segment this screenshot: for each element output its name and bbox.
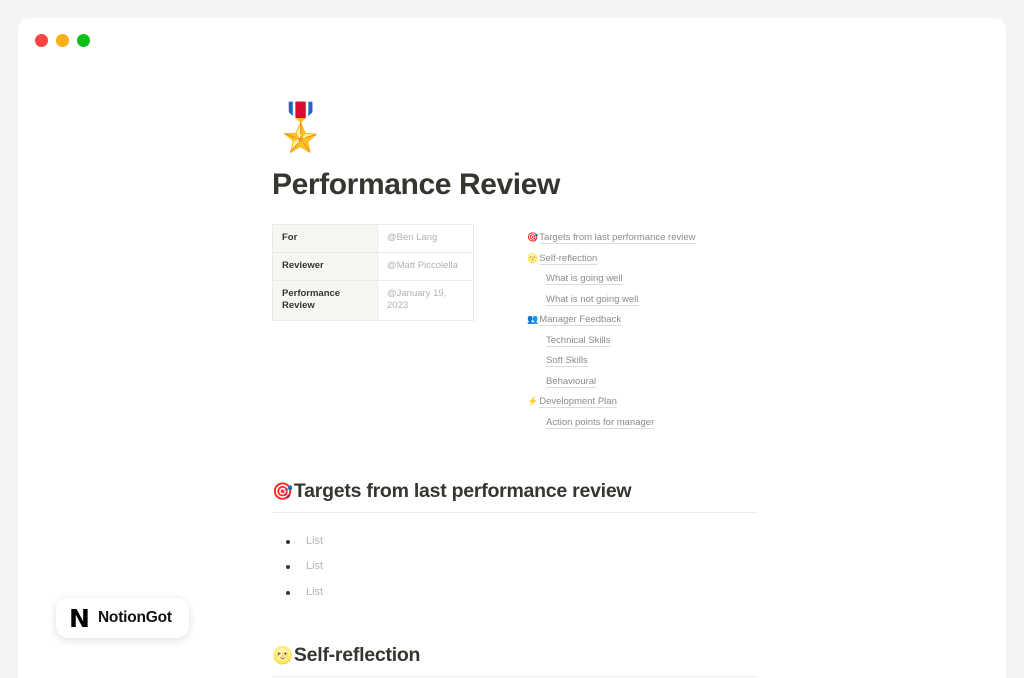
section-heading-self-reflection: 🌝Self-reflection — [272, 644, 758, 678]
window-titlebar — [18, 18, 1006, 62]
properties-table-body: For @Ben Lang Reviewer @Matt Piccolella … — [272, 224, 474, 322]
target-icon: 🎯 — [272, 482, 293, 501]
toc-item-self-reflection[interactable]: 🌝Self-reflection — [527, 249, 966, 270]
properties-and-toc-band: For @Ben Lang Reviewer @Matt Piccolella … — [272, 224, 966, 433]
minimize-window-button[interactable] — [56, 33, 69, 47]
property-key: For — [272, 224, 378, 253]
toc-item-behavioural[interactable]: Behavioural — [527, 372, 966, 393]
toc-item-technical-skills[interactable]: Technical Skills — [527, 331, 966, 352]
toc-item-action-points-for-manager[interactable]: Action points for manager — [527, 413, 966, 434]
properties-table: For @Ben Lang Reviewer @Matt Piccolella … — [272, 224, 474, 322]
table-row: Performance Review @January 19, 2023 — [272, 279, 474, 322]
section-self-reflection: 🌝Self-reflection — [272, 644, 966, 678]
lightning-bolt-icon: ⚡ — [527, 396, 539, 406]
section-targets: 🎯Targets from last performance review Li… — [272, 480, 966, 605]
page-title: Performance Review — [272, 168, 560, 201]
medal-icon[interactable]: 🎖️ — [272, 104, 966, 150]
targets-bullet-list: List List List — [272, 529, 966, 605]
people-icon: 👥 — [527, 314, 539, 324]
toc-item-label: What is not going well — [546, 293, 639, 305]
table-of-contents: 🎯Targets from last performance review 🌝S… — [527, 224, 966, 433]
close-window-button[interactable] — [35, 33, 48, 47]
property-value[interactable]: @Matt Piccolella — [377, 251, 474, 281]
table-row: Reviewer @Matt Piccolella — [272, 251, 474, 281]
traffic-light-controls — [35, 33, 90, 47]
list-item[interactable]: List — [286, 580, 966, 605]
app-window: 🎖️ Performance Review For @Ben Lang Revi… — [18, 18, 1006, 678]
toc-item-label: Development Plan — [539, 396, 617, 407]
toc-item-label: Action points for manager — [546, 416, 655, 428]
toc-item-what-is-going-well[interactable]: What is going well — [527, 269, 966, 290]
watermark-label: NotionGot — [97, 609, 172, 626]
section-heading-targets: 🎯Targets from last performance review — [272, 480, 758, 513]
notion-logo-icon: N — [69, 603, 90, 633]
property-key: Reviewer — [272, 251, 378, 281]
maximize-window-button[interactable] — [77, 33, 90, 47]
toc-item-label: What is going well — [546, 273, 623, 284]
property-value[interactable]: @January 19, 2023 — [377, 279, 474, 322]
property-key: Performance Review — [272, 279, 378, 322]
table-row: For @Ben Lang — [272, 224, 474, 253]
toc-item-label: Targets from last performance review — [539, 232, 696, 243]
section-heading-label: Self-reflection — [293, 644, 421, 667]
list-item[interactable]: List — [286, 529, 966, 554]
document-body: 🎖️ Performance Review For @Ben Lang Revi… — [18, 104, 1006, 678]
toc-item-label: Behavioural — [546, 375, 597, 387]
toc-item-manager-feedback[interactable]: 👥Manager Feedback — [527, 310, 966, 331]
notiongot-watermark: N NotionGot — [56, 598, 189, 638]
list-item[interactable]: List — [286, 554, 966, 579]
toc-item-soft-skills[interactable]: Soft Skills — [527, 351, 966, 372]
toc-item-label: Manager Feedback — [539, 314, 622, 325]
moon-face-icon: 🌝 — [527, 252, 539, 263]
target-icon: 🎯 — [527, 232, 539, 242]
property-value[interactable]: @Ben Lang — [377, 224, 474, 253]
section-heading-label: Targets from last performance review — [293, 480, 632, 502]
toc-item-targets[interactable]: 🎯Targets from last performance review — [527, 228, 966, 249]
toc-item-label: Technical Skills — [546, 334, 611, 346]
toc-item-label: Soft Skills — [546, 355, 588, 366]
toc-item-development-plan[interactable]: ⚡Development Plan — [527, 392, 966, 413]
toc-item-what-is-not-going-well[interactable]: What is not going well — [527, 290, 966, 311]
toc-item-label: Self-reflection — [539, 252, 598, 264]
